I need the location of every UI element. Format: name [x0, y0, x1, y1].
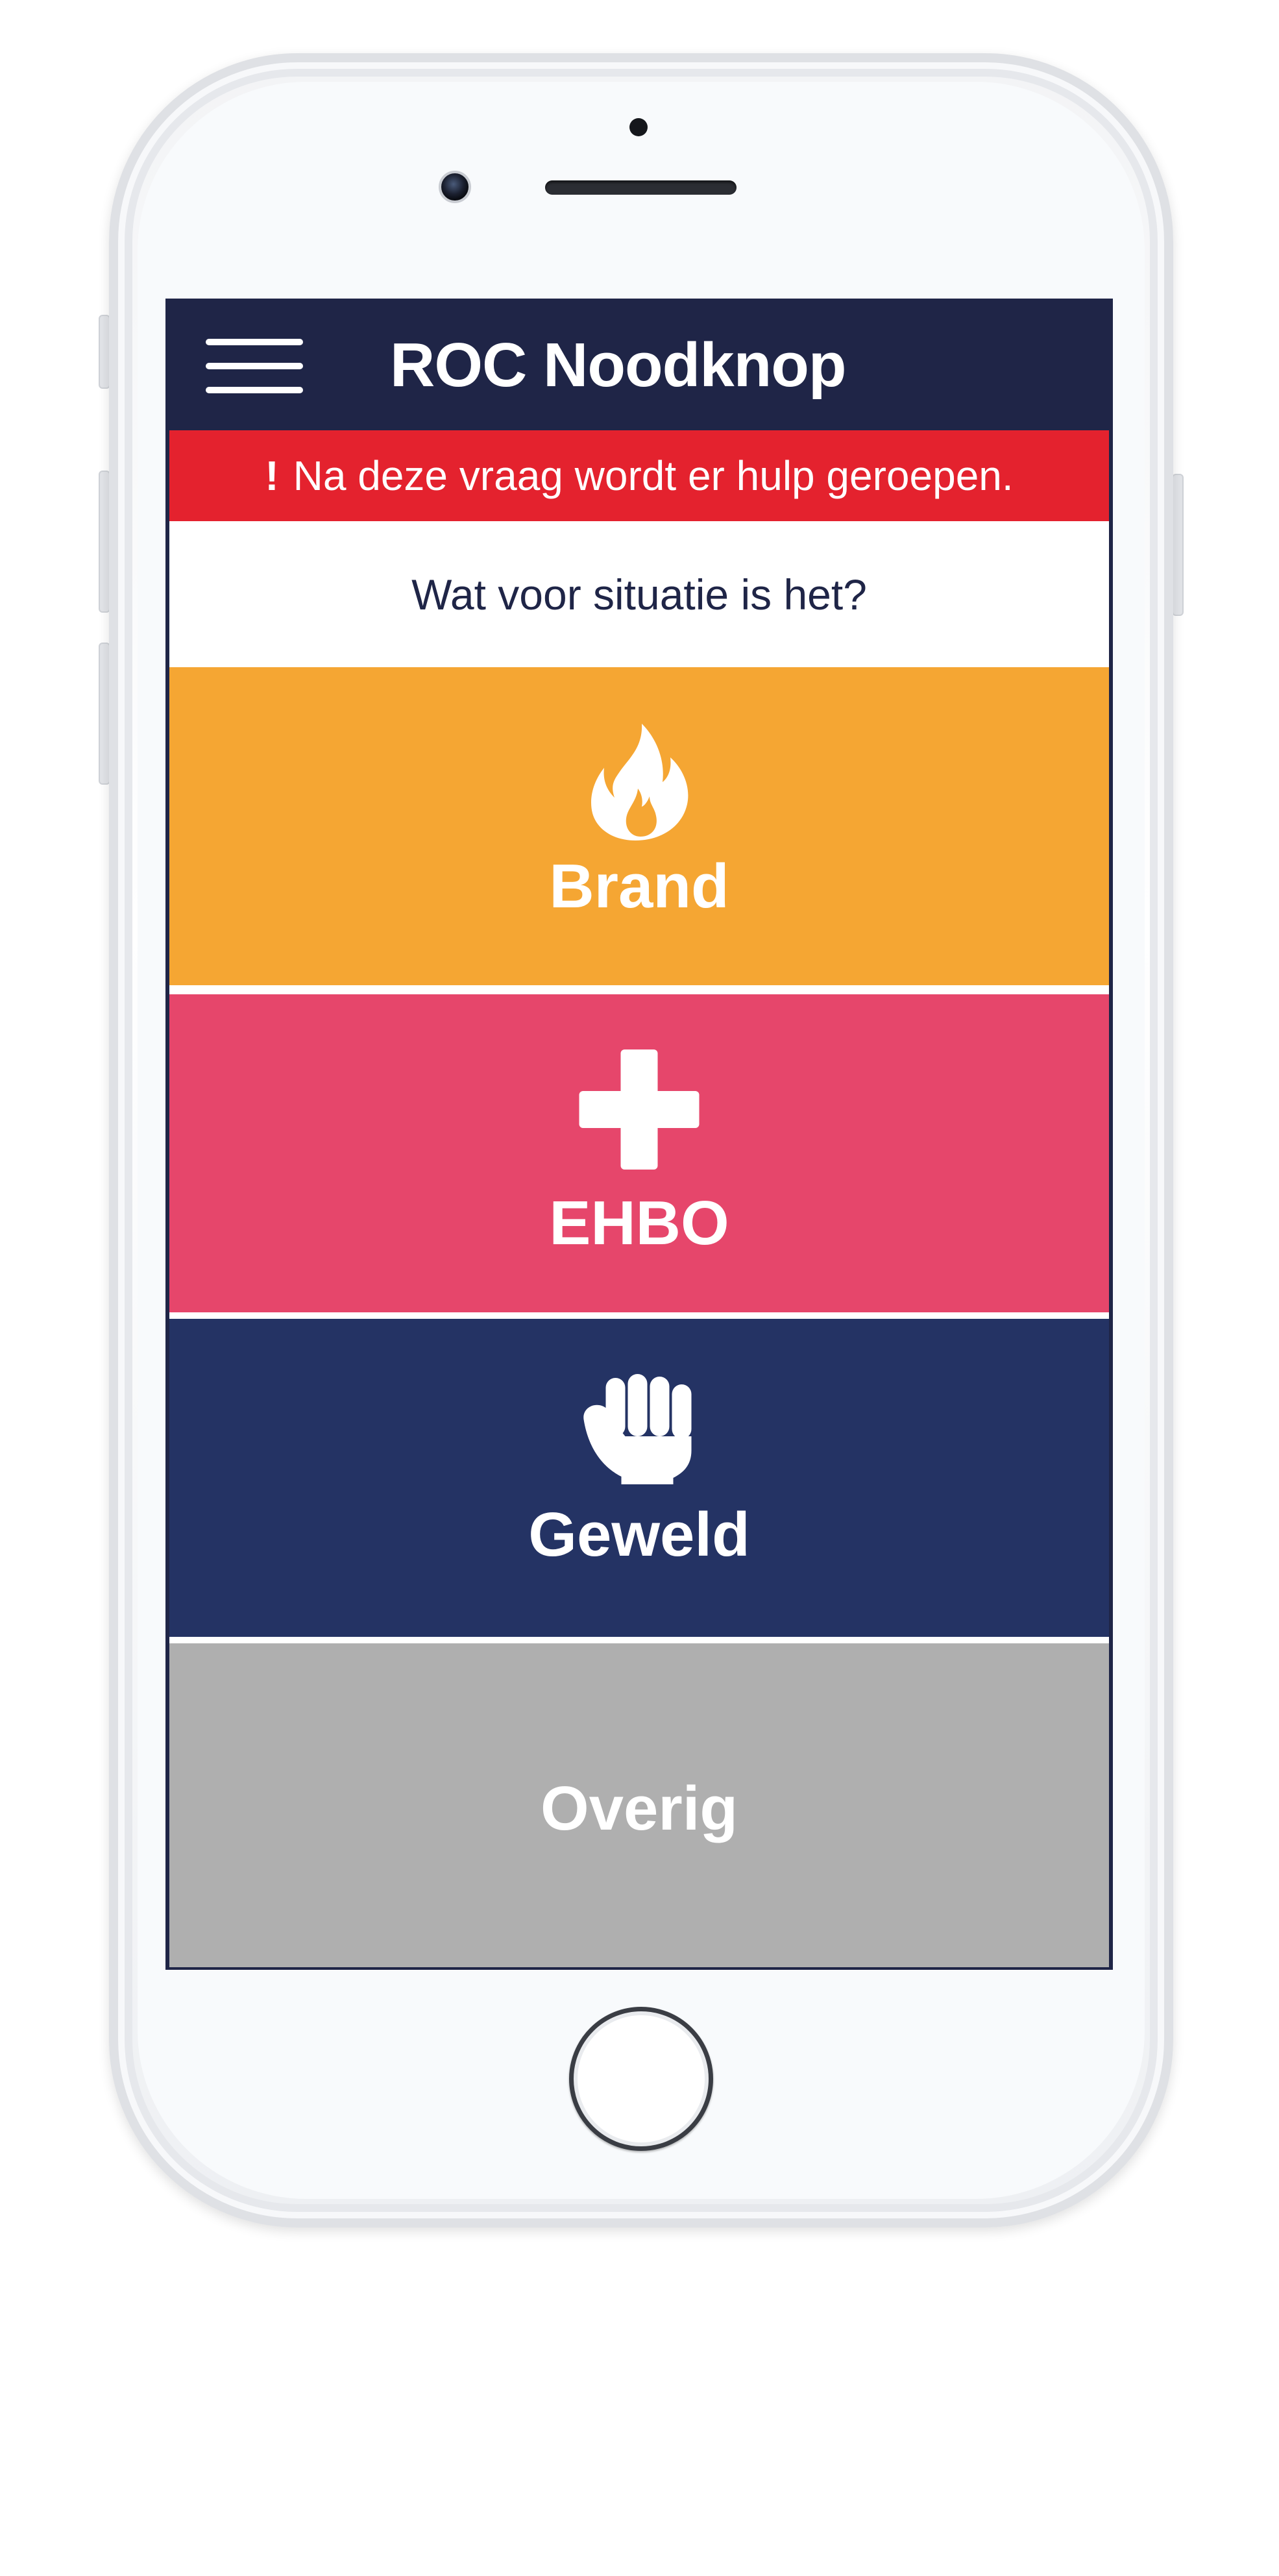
option-brand-label: Brand — [549, 852, 729, 921]
app-screen: ROC Noodknop ! Na deze vraag wordt er hu… — [165, 299, 1113, 1970]
warning-text: Na deze vraag wordt er hulp geroepen. — [293, 452, 1014, 499]
proximity-sensor — [629, 118, 648, 136]
home-button[interactable] — [569, 2007, 713, 2151]
exclamation-icon: ! — [265, 452, 279, 499]
warning-banner: ! Na deze vraag wordt er hulp geroepen. — [169, 430, 1109, 521]
fist-icon — [583, 1374, 692, 1484]
fire-icon — [591, 724, 688, 840]
option-ehbo-label: EHBO — [549, 1188, 729, 1258]
option-ehbo-button[interactable]: EHBO — [169, 994, 1109, 1312]
app-bar: ROC Noodknop — [169, 299, 1109, 430]
question-text: Wat voor situatie is het? — [411, 570, 867, 619]
power-button — [1172, 474, 1184, 616]
hamburger-menu-icon[interactable] — [206, 339, 303, 393]
option-overig-label: Overig — [540, 1774, 738, 1843]
page: ROC Noodknop ! Na deze vraag wordt er hu… — [0, 0, 1279, 2576]
option-overig-button[interactable]: Overig — [169, 1643, 1109, 1967]
plus-icon — [579, 1049, 700, 1170]
app-title: ROC Noodknop — [390, 330, 847, 400]
earpiece-speaker — [545, 180, 737, 195]
option-geweld-button[interactable]: Geweld — [169, 1319, 1109, 1637]
option-brand-button[interactable]: Brand — [169, 667, 1109, 985]
option-geweld-label: Geweld — [528, 1500, 750, 1569]
front-camera — [439, 171, 471, 203]
